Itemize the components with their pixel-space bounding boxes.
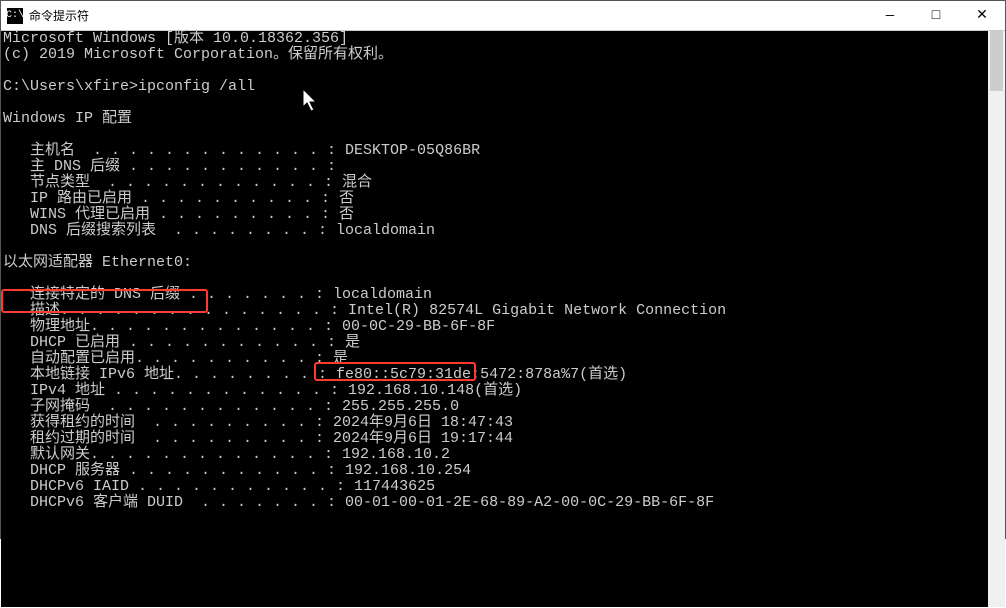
terminal-line: 连接特定的 DNS 后缀 . . . . . . . : localdomain (3, 287, 986, 303)
terminal-line: 租约过期的时间 . . . . . . . . . : 2024年9月6日 19… (3, 431, 986, 447)
terminal-line: (c) 2019 Microsoft Corporation。保留所有权利。 (3, 47, 986, 63)
terminal-line: 描述. . . . . . . . . . . . . . . : Intel(… (3, 303, 986, 319)
terminal-line: IPv4 地址 . . . . . . . . . . . . : 192.16… (3, 383, 986, 399)
terminal-area: Microsoft Windows [版本 10.0.18362.356](c)… (1, 31, 1005, 607)
close-button[interactable]: ✕ (959, 1, 1005, 31)
terminal-line: 子网掩码 . . . . . . . . . . . . : 255.255.2… (3, 399, 986, 415)
terminal-line: DHCPv6 客户端 DUID . . . . . . . : 00-01-00… (3, 495, 986, 511)
terminal-output[interactable]: Microsoft Windows [版本 10.0.18362.356](c)… (1, 31, 988, 607)
terminal-line: C:\Users\xfire>ipconfig /all (3, 79, 986, 95)
terminal-line: 本地链接 IPv6 地址. . . . . . . . : fe80::5c79… (3, 367, 986, 383)
terminal-line: DHCPv6 IAID . . . . . . . . . . . : 1174… (3, 479, 986, 495)
window-title: 命令提示符 (29, 7, 867, 24)
terminal-line: 自动配置已启用. . . . . . . . . . : 是 (3, 351, 986, 367)
scrollbar-thumb[interactable] (990, 31, 1003, 91)
window-controls: — □ ✕ (867, 1, 1005, 31)
terminal-line (3, 95, 986, 111)
terminal-line (3, 239, 986, 255)
terminal-line: DHCP 已启用 . . . . . . . . . . . : 是 (3, 335, 986, 351)
terminal-line: 物理地址. . . . . . . . . . . . . : 00-0C-29… (3, 319, 986, 335)
terminal-line: 主 DNS 后缀 . . . . . . . . . . . : (3, 159, 986, 175)
terminal-line: Microsoft Windows [版本 10.0.18362.356] (3, 31, 986, 47)
terminal-line: WINS 代理已启用 . . . . . . . . . : 否 (3, 207, 986, 223)
maximize-button[interactable]: □ (913, 1, 959, 31)
vertical-scrollbar[interactable] (988, 31, 1005, 607)
terminal-line: 主机名 . . . . . . . . . . . . . : DESKTOP-… (3, 143, 986, 159)
command-prompt-window: C:\ 命令提示符 — □ ✕ Microsoft Windows [版本 10… (0, 0, 1006, 539)
terminal-line: 以太网适配器 Ethernet0: (3, 255, 986, 271)
terminal-line (3, 127, 986, 143)
terminal-line: 获得租约的时间 . . . . . . . . . : 2024年9月6日 18… (3, 415, 986, 431)
terminal-line: DNS 后缀搜索列表 . . . . . . . . : localdomain (3, 223, 986, 239)
titlebar[interactable]: C:\ 命令提示符 — □ ✕ (1, 1, 1005, 31)
terminal-line: IP 路由已启用 . . . . . . . . . . : 否 (3, 191, 986, 207)
app-icon: C:\ (7, 8, 23, 24)
terminal-line (3, 63, 986, 79)
minimize-button[interactable]: — (867, 1, 913, 31)
terminal-line: Windows IP 配置 (3, 111, 986, 127)
terminal-line (3, 271, 986, 287)
terminal-line: 默认网关. . . . . . . . . . . . . : 192.168.… (3, 447, 986, 463)
terminal-line: DHCP 服务器 . . . . . . . . . . . : 192.168… (3, 463, 986, 479)
terminal-line: 节点类型 . . . . . . . . . . . . : 混合 (3, 175, 986, 191)
